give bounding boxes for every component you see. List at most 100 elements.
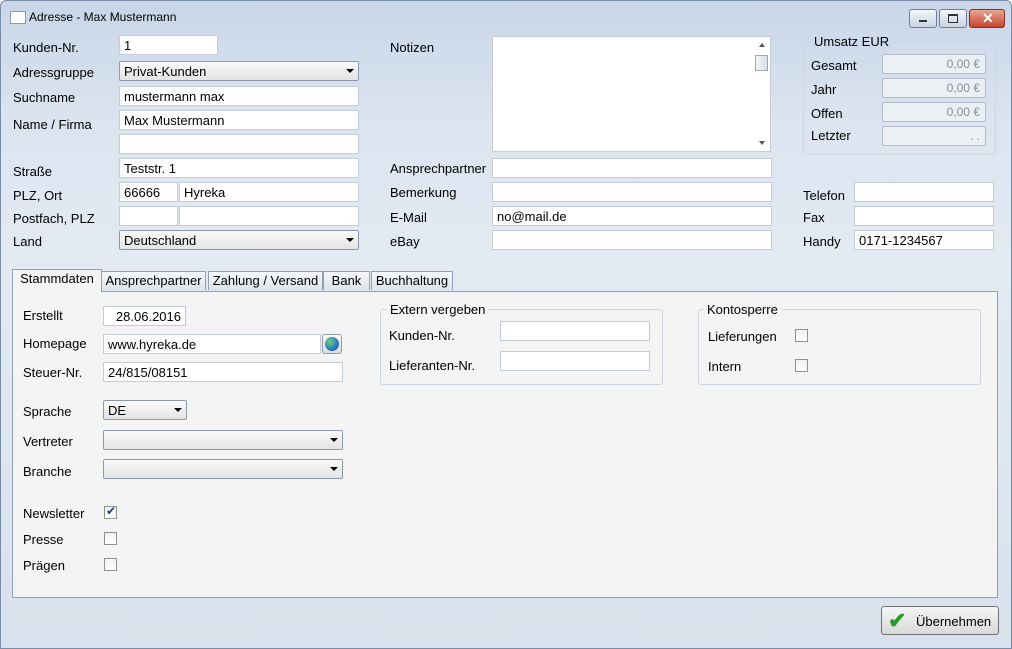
suchname-label: Suchname	[13, 90, 76, 105]
praegen-label: Prägen	[23, 558, 65, 573]
steuer-label: Steuer-Nr.	[23, 365, 83, 380]
newsletter-checkbox[interactable]: ✔	[104, 504, 117, 519]
fax-input[interactable]	[854, 206, 994, 226]
minimize-icon	[919, 20, 927, 22]
scroll-thumb[interactable]	[755, 55, 768, 71]
land-value: Deutschland	[124, 233, 197, 248]
kunden-nr-label: Kunden-Nr.	[13, 40, 79, 55]
maximize-button[interactable]	[939, 9, 967, 28]
open-homepage-button[interactable]	[322, 334, 342, 354]
lieferungen-checkbox[interactable]	[795, 329, 808, 342]
name-input[interactable]: Max Mustermann	[119, 110, 359, 130]
tab-buchhaltung[interactable]: Buchhaltung	[371, 271, 453, 290]
uebernehmen-button[interactable]: ✔ Übernehmen	[881, 606, 999, 635]
ebay-label: eBay	[390, 234, 420, 249]
notizen-scrollbar[interactable]	[754, 37, 770, 151]
extern-kunden-nr-input[interactable]	[500, 321, 650, 341]
tab-bank[interactable]: Bank	[323, 271, 370, 290]
handy-input[interactable]: 0171-1234567	[854, 230, 994, 250]
intern-checkbox[interactable]	[795, 359, 808, 372]
window-icon	[10, 11, 26, 24]
intern-label: Intern	[708, 359, 742, 374]
fax-label: Fax	[803, 210, 825, 225]
letzter-label: Letzter	[811, 128, 851, 143]
tab-zahlung-versand[interactable]: Zahlung / Versand	[208, 271, 323, 290]
extern-title: Extern vergeben	[387, 302, 489, 317]
steuer-input[interactable]: 24/815/08151	[103, 362, 343, 382]
umsatz-title: Umsatz EUR	[811, 34, 893, 49]
ansprechpartner-label: Ansprechpartner	[390, 161, 487, 176]
chevron-down-icon	[330, 467, 338, 471]
plz-input[interactable]: 66666	[119, 182, 178, 202]
close-icon: ✕	[982, 10, 994, 26]
title-bar: Adresse - Max Mustermann ✕	[1, 1, 1011, 31]
adressgruppe-value: Privat-Kunden	[124, 64, 207, 79]
suchname-input[interactable]: mustermann max	[119, 86, 359, 106]
tab-stammdaten[interactable]: Stammdaten	[12, 269, 102, 292]
branche-select[interactable]	[103, 459, 343, 479]
postfach-input[interactable]	[119, 206, 178, 226]
extern-kunden-nr-label: Kunden-Nr.	[389, 328, 455, 343]
name-label: Name / Firma	[13, 117, 92, 132]
strasse-label: Straße	[13, 164, 53, 179]
notizen-label: Notizen	[390, 40, 435, 55]
erstellt-label: Erstellt	[23, 308, 63, 323]
vertreter-label: Vertreter	[23, 434, 73, 449]
homepage-label: Homepage	[23, 336, 87, 351]
letzter-value: . .	[882, 126, 986, 146]
telefon-input[interactable]	[854, 182, 994, 202]
newsletter-label: Newsletter	[23, 506, 85, 521]
handy-label: Handy	[803, 234, 841, 249]
presse-checkbox[interactable]	[104, 532, 117, 545]
land-select[interactable]: Deutschland	[119, 230, 359, 250]
postfach-plz-input[interactable]	[179, 206, 359, 226]
scroll-down-icon[interactable]	[759, 141, 765, 145]
bemerkung-input[interactable]	[492, 182, 772, 202]
erstellt-input[interactable]: 28.06.2016	[103, 306, 186, 326]
tab-ansprechpartner[interactable]: Ansprechpartner	[101, 271, 206, 290]
lieferanten-nr-input[interactable]	[500, 351, 650, 371]
telefon-label: Telefon	[803, 188, 845, 203]
close-button[interactable]: ✕	[969, 9, 1005, 28]
sprache-value: DE	[108, 403, 127, 418]
chevron-down-icon	[330, 438, 338, 442]
chevron-down-icon	[346, 69, 354, 73]
gesamt-label: Gesamt	[811, 58, 857, 73]
praegen-checkbox[interactable]	[104, 558, 117, 571]
presse-label: Presse	[23, 532, 64, 547]
scroll-up-icon[interactable]	[759, 43, 765, 47]
minimize-button[interactable]	[909, 9, 937, 28]
jahr-value: 0,00 €	[882, 78, 986, 98]
notizen-textarea[interactable]	[492, 36, 771, 152]
bemerkung-label: Bemerkung	[390, 185, 457, 200]
window-title: Adresse - Max Mustermann	[29, 10, 177, 24]
kontosperre-title: Kontosperre	[704, 302, 781, 317]
sprache-select[interactable]: DE	[103, 400, 187, 420]
ort-input[interactable]: Hyreka	[179, 182, 359, 202]
offen-value: 0,00 €	[882, 102, 986, 122]
ansprechpartner-input[interactable]	[492, 158, 772, 178]
vertreter-select[interactable]	[103, 430, 343, 450]
strasse-input[interactable]: Teststr. 1	[119, 158, 359, 178]
checkmark-icon: ✔	[106, 504, 117, 518]
lieferungen-label: Lieferungen	[708, 329, 777, 344]
lieferanten-nr-label: Lieferanten-Nr.	[389, 358, 475, 373]
sprache-label: Sprache	[23, 404, 72, 419]
name2-input[interactable]	[119, 134, 359, 154]
homepage-input[interactable]: www.hyreka.de	[103, 334, 321, 354]
email-input[interactable]: no@mail.de	[492, 206, 772, 226]
chevron-down-icon	[174, 408, 182, 412]
plz-ort-label: PLZ, Ort	[13, 188, 63, 203]
adressgruppe-select[interactable]: Privat-Kunden	[119, 61, 359, 81]
offen-label: Offen	[811, 106, 843, 121]
kunden-nr-input[interactable]: 1	[119, 35, 218, 55]
checkmark-icon: ✔	[888, 608, 907, 633]
gesamt-value: 0,00 €	[882, 54, 986, 74]
jahr-label: Jahr	[811, 82, 837, 97]
globe-icon	[325, 337, 339, 351]
chevron-down-icon	[346, 238, 354, 242]
address-window: Adresse - Max Mustermann ✕ Kunden-Nr. 1 …	[0, 0, 1012, 649]
land-label: Land	[13, 234, 42, 249]
postfach-label: Postfach, PLZ	[13, 211, 95, 226]
ebay-input[interactable]	[492, 230, 772, 250]
